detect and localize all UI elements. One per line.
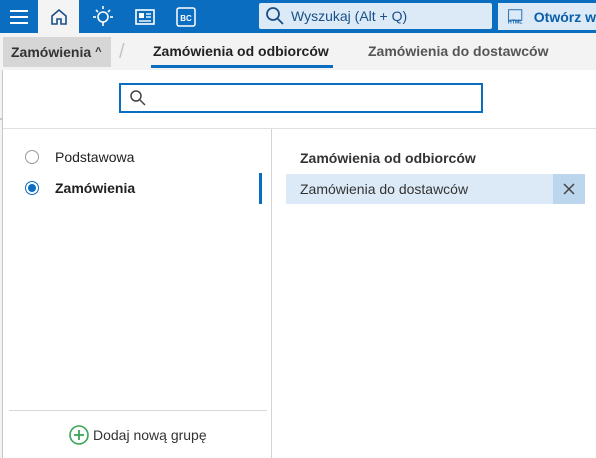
module-label: Zamówienia [11,44,92,60]
plus-circle-icon [69,425,89,445]
group-label: Zamówienia [55,180,136,196]
radio-unchecked-icon[interactable] [25,150,39,164]
list-footer-divider [9,410,267,411]
groups-list: Podstawowa Zamówienia Dodaj nową grupę [3,129,271,458]
group-items: Zamówienia od odbiorców Zamówienia do do… [272,129,596,458]
bc-label: BC [180,14,192,23]
module-dropdown[interactable]: Zamówienia ^ [3,37,111,67]
bc-button[interactable]: BC [166,0,206,33]
open-in-button[interactable]: HTML Otwórz w [498,3,596,30]
sub-navigation: Zamówienia ^ / Zamówienia od odbiorców Z… [0,33,596,70]
close-icon [563,183,575,195]
group-item-label: Zamówienia do dostawców [300,181,469,197]
remove-item-button[interactable] [553,174,585,204]
hamburger-icon [10,9,28,24]
tab-orders-from-customers[interactable]: Zamówienia od odbiorców [153,43,329,59]
group-settings-panel: Podstawowa Zamówienia Dodaj nową grupę Z… [2,70,596,458]
group-items-title: Zamówienia od odbiorców [300,150,476,166]
toolbar-separator [80,0,81,33]
active-tab-indicator [151,65,333,68]
html-badge: HTML [508,19,523,25]
news-button[interactable] [124,0,166,33]
radio-checked-icon[interactable] [25,181,39,195]
newspaper-icon [135,8,155,25]
search-placeholder: Wyszukaj (Alt + Q) [291,8,408,24]
tab-orders-to-suppliers[interactable]: Zamówienia do dostawców [368,43,548,59]
group-option-zamowienia[interactable]: Zamówienia [25,178,135,198]
open-in-label: Otwórz w [533,8,596,25]
lightbulb-icon [93,5,113,26]
global-search[interactable]: Wyszukaj (Alt + Q) [259,3,492,29]
group-label: Podstawowa [55,149,135,165]
home-button[interactable] [38,0,79,33]
add-group-button[interactable]: Dodaj nową grupę [69,425,207,445]
search-icon [266,7,284,25]
bc-icon: BC [176,6,196,27]
search-icon [130,90,146,106]
group-item[interactable]: Zamówienia do dostawców [286,174,585,204]
top-bar: BC Wyszukaj (Alt + Q) HTML Otwórz w [0,0,596,33]
chevron-up-icon: ^ [95,46,102,58]
tips-button[interactable] [82,0,124,33]
home-icon [50,8,67,25]
filter-input[interactable] [119,83,483,113]
breadcrumb-separator: / [119,41,125,63]
selection-indicator [259,173,262,204]
group-option-podstawowa[interactable]: Podstawowa [25,147,134,167]
menu-button[interactable] [0,0,38,33]
html-file-icon: HTML [508,8,523,25]
add-group-label: Dodaj nową grupę [93,427,207,443]
